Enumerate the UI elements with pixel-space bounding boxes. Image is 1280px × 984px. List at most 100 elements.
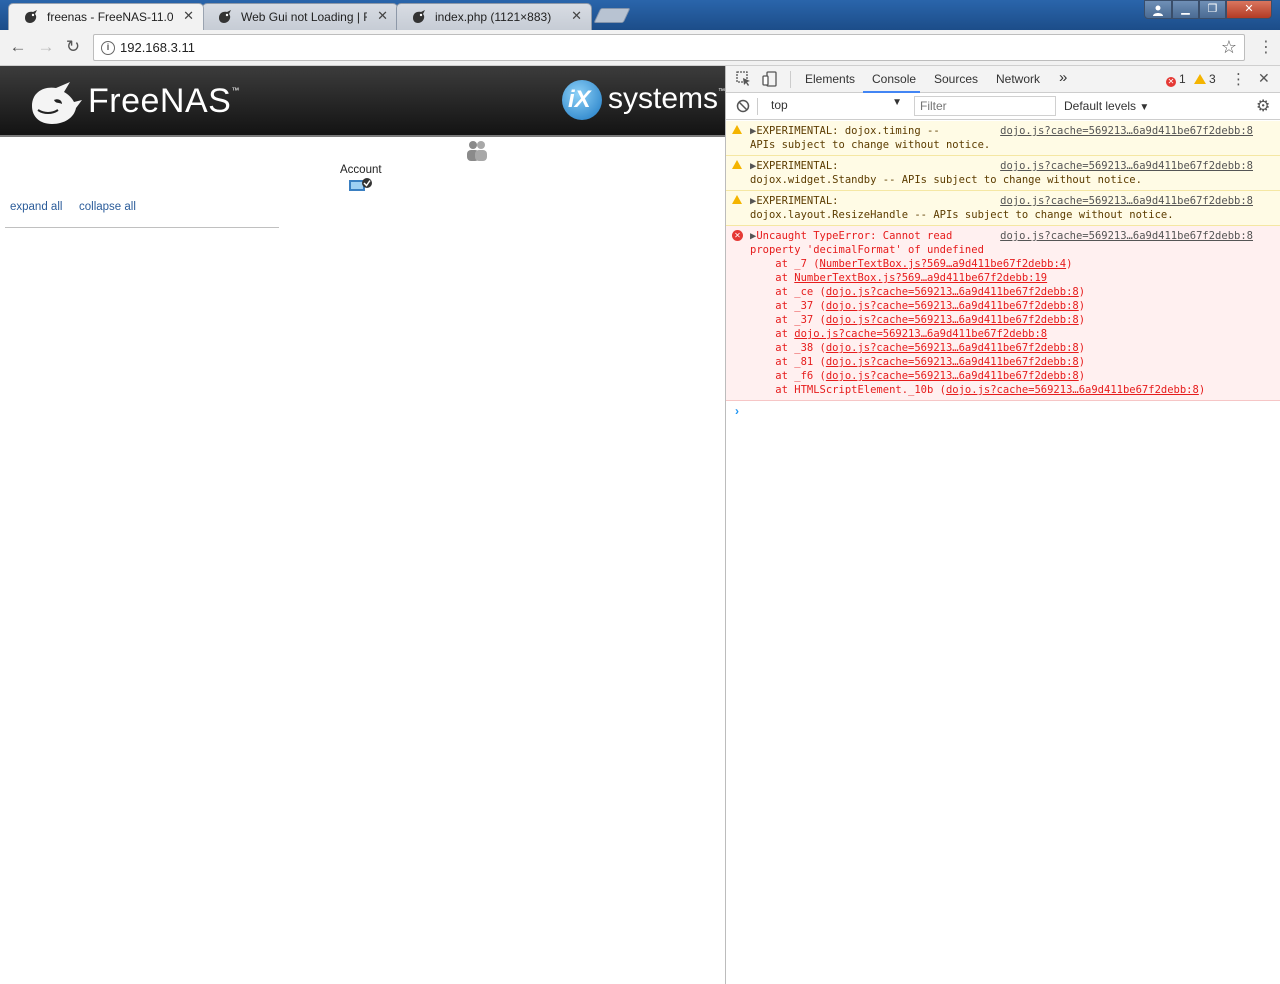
- forward-button[interactable]: →: [36, 37, 56, 57]
- reload-button[interactable]: ↻: [63, 37, 83, 57]
- freenas-favicon-icon: [25, 10, 37, 23]
- stack-frame: at _ce (dojo.js?cache=569213…6a9d411be67…: [750, 285, 1277, 299]
- stack-frame-text: ): [1078, 286, 1086, 298]
- context-value: top: [771, 98, 788, 112]
- stack-frame: at _7 (NumberTextBox.js?569…a9d411be67f2…: [750, 257, 1277, 271]
- warning-counter[interactable]: 3: [1194, 72, 1216, 86]
- source-link[interactable]: dojo.js?cache=569213…6a9d411be67f2debb:8: [1000, 124, 1253, 138]
- tab-title: freenas - FreeNAS-11.0-U: [47, 10, 173, 24]
- close-tab-icon[interactable]: ✕: [183, 8, 194, 24]
- clear-console-icon[interactable]: [736, 99, 750, 113]
- console-prompt[interactable]: ›: [726, 401, 1280, 421]
- stack-frame-link[interactable]: dojo.js?cache=569213…6a9d411be67f2debb:8: [794, 328, 1047, 340]
- console-filter-input[interactable]: [914, 96, 1056, 116]
- new-tab-button[interactable]: [593, 8, 631, 23]
- stack-frame-text: at HTMLScriptElement._10b (: [750, 384, 946, 396]
- error-icon: ✕: [1166, 77, 1176, 87]
- source-link[interactable]: dojo.js?cache=569213…6a9d411be67f2debb:8: [1000, 159, 1253, 173]
- stack-frame-link[interactable]: dojo.js?cache=569213…6a9d411be67f2debb:8: [946, 384, 1199, 396]
- console-message-warning[interactable]: ▶EXPERIMENTAL: dojox.layout.ResizeHandle…: [726, 191, 1280, 226]
- tab-console[interactable]: Console: [872, 72, 916, 86]
- source-link[interactable]: dojo.js?cache=569213…6a9d411be67f2debb:8: [1000, 229, 1253, 243]
- ixsystems-ix-letters: iX: [568, 86, 591, 113]
- error-icon: ✕: [732, 230, 743, 241]
- tree-divider: [5, 227, 279, 228]
- context-select[interactable]: top ▼: [763, 96, 906, 116]
- stack-frame-link[interactable]: dojo.js?cache=569213…6a9d411be67f2debb:8: [826, 370, 1079, 382]
- stack-frame-link[interactable]: NumberTextBox.js?569…a9d411be67f2debb:19: [794, 272, 1047, 284]
- tab-sources[interactable]: Sources: [934, 72, 978, 86]
- url-text[interactable]: 192.168.3.11: [120, 40, 195, 55]
- address-bar[interactable]: i 192.168.3.11 ☆: [93, 34, 1245, 61]
- error-counter[interactable]: ✕ 1: [1166, 72, 1186, 87]
- filterbar-separator: [757, 98, 758, 115]
- stack-frame: at _81 (dojo.js?cache=569213…6a9d411be67…: [750, 355, 1277, 369]
- stack-frame-text: ): [1078, 342, 1086, 354]
- devtools-menu-icon[interactable]: ⋮: [1231, 70, 1246, 88]
- page-content: FreeNAS™ iX systems™ Account expand all …: [0, 66, 725, 984]
- console-message-error[interactable]: ✕ ▶Uncaught TypeError: Cannot read prope…: [726, 226, 1280, 401]
- bookmark-star-icon[interactable]: ☆: [1221, 37, 1237, 58]
- tab-network[interactable]: Network: [996, 72, 1040, 86]
- console-message-warning[interactable]: ▶EXPERIMENTAL: dojox.widget.Standby -- A…: [726, 156, 1280, 191]
- stack-frame-link[interactable]: NumberTextBox.js?569…a9d411be67f2debb:4: [820, 258, 1067, 270]
- stack-frame-text: at _37 (: [750, 300, 826, 312]
- minimize-icon: ▁: [1181, 3, 1190, 15]
- window-close-button[interactable]: ✕: [1226, 0, 1272, 19]
- browser-titlebar: freenas - FreeNAS-11.0-U ✕ Web Gui not L…: [0, 0, 1280, 30]
- stack-frame-link[interactable]: dojo.js?cache=569213…6a9d411be67f2debb:8: [826, 356, 1079, 368]
- more-tabs-icon[interactable]: »: [1059, 69, 1067, 86]
- stack-frame-text: at: [750, 328, 795, 340]
- stack-frame-text: ): [1078, 356, 1086, 368]
- account-settings-icon[interactable]: [349, 178, 373, 191]
- info-icon[interactable]: i: [101, 41, 115, 55]
- browser-tab-freenas[interactable]: freenas - FreeNAS-11.0-U ✕: [8, 3, 204, 30]
- browser-menu-icon[interactable]: ⋮: [1258, 37, 1274, 57]
- stack-frame-text: at _81 (: [750, 356, 826, 368]
- message-text: EXPERIMENTAL: dojox.timing --: [756, 125, 940, 137]
- log-levels-dropdown[interactable]: Default levels ▼: [1064, 99, 1149, 113]
- freenas-wordmark: FreeNAS: [88, 82, 232, 120]
- stack-frame-text: ): [1078, 314, 1086, 326]
- window-user-button[interactable]: [1144, 0, 1172, 19]
- source-link[interactable]: dojo.js?cache=569213…6a9d411be67f2debb:8: [1000, 194, 1253, 208]
- message-text: Uncaught TypeError: Cannot read: [756, 230, 953, 242]
- tabbar-separator: [790, 71, 791, 88]
- stack-frame-link[interactable]: dojo.js?cache=569213…6a9d411be67f2debb:8: [826, 342, 1079, 354]
- stack-frame-text: at _ce (: [750, 286, 826, 298]
- device-toolbar-icon[interactable]: [762, 71, 778, 87]
- warning-icon: [732, 125, 742, 134]
- tab-title: Web Gui not Loading | Fr: [241, 10, 367, 24]
- stack-frame-text: at _f6 (: [750, 370, 826, 382]
- browser-tab-index-php[interactable]: index.php (1121×883) ✕: [396, 3, 592, 30]
- message-text: EXPERIMENTAL:: [756, 160, 839, 172]
- close-devtools-icon[interactable]: ✕: [1258, 70, 1270, 87]
- stack-frame-link[interactable]: dojo.js?cache=569213…6a9d411be67f2debb:8: [826, 286, 1079, 298]
- stack-frame: at NumberTextBox.js?569…a9d411be67f2debb…: [750, 271, 1277, 285]
- stack-frame-link[interactable]: dojo.js?cache=569213…6a9d411be67f2debb:8: [826, 300, 1079, 312]
- browser-tab-web-gui[interactable]: Web Gui not Loading | Fr ✕: [202, 3, 398, 30]
- message-text: dojox.widget.Standby -- APIs subject to …: [750, 174, 1142, 186]
- expand-all-link[interactable]: expand all: [10, 201, 62, 213]
- console-message-warning[interactable]: ▶EXPERIMENTAL: dojox.timing -- APIs subj…: [726, 121, 1280, 156]
- account-users-icon[interactable]: [465, 139, 489, 163]
- console-messages: ▶EXPERIMENTAL: dojox.timing -- APIs subj…: [726, 121, 1280, 421]
- stack-frame-link[interactable]: dojo.js?cache=569213…6a9d411be67f2debb:8: [826, 314, 1079, 326]
- collapse-all-link[interactable]: collapse all: [79, 201, 136, 213]
- tab-elements[interactable]: Elements: [805, 72, 855, 86]
- close-tab-icon[interactable]: ✕: [571, 8, 582, 24]
- back-arrow-icon: ←: [9, 37, 27, 56]
- console-settings-gear-icon[interactable]: ⚙: [1256, 96, 1270, 116]
- window-minimize-button[interactable]: ▁: [1172, 0, 1199, 19]
- tab-title: index.php (1121×883): [435, 10, 552, 24]
- back-button[interactable]: ←: [8, 37, 28, 57]
- inspect-element-icon[interactable]: [736, 71, 752, 87]
- prompt-chevron-icon: ›: [735, 404, 739, 418]
- close-tab-icon[interactable]: ✕: [377, 8, 388, 24]
- account-label[interactable]: Account: [340, 164, 382, 176]
- stack-frame-text: at _38 (: [750, 342, 826, 354]
- stack-frame-text: at: [750, 272, 795, 284]
- message-text: EXPERIMENTAL:: [756, 195, 839, 207]
- stack-trace: at _7 (NumberTextBox.js?569…a9d411be67f2…: [750, 257, 1277, 397]
- window-restore-button[interactable]: ❐: [1199, 0, 1226, 19]
